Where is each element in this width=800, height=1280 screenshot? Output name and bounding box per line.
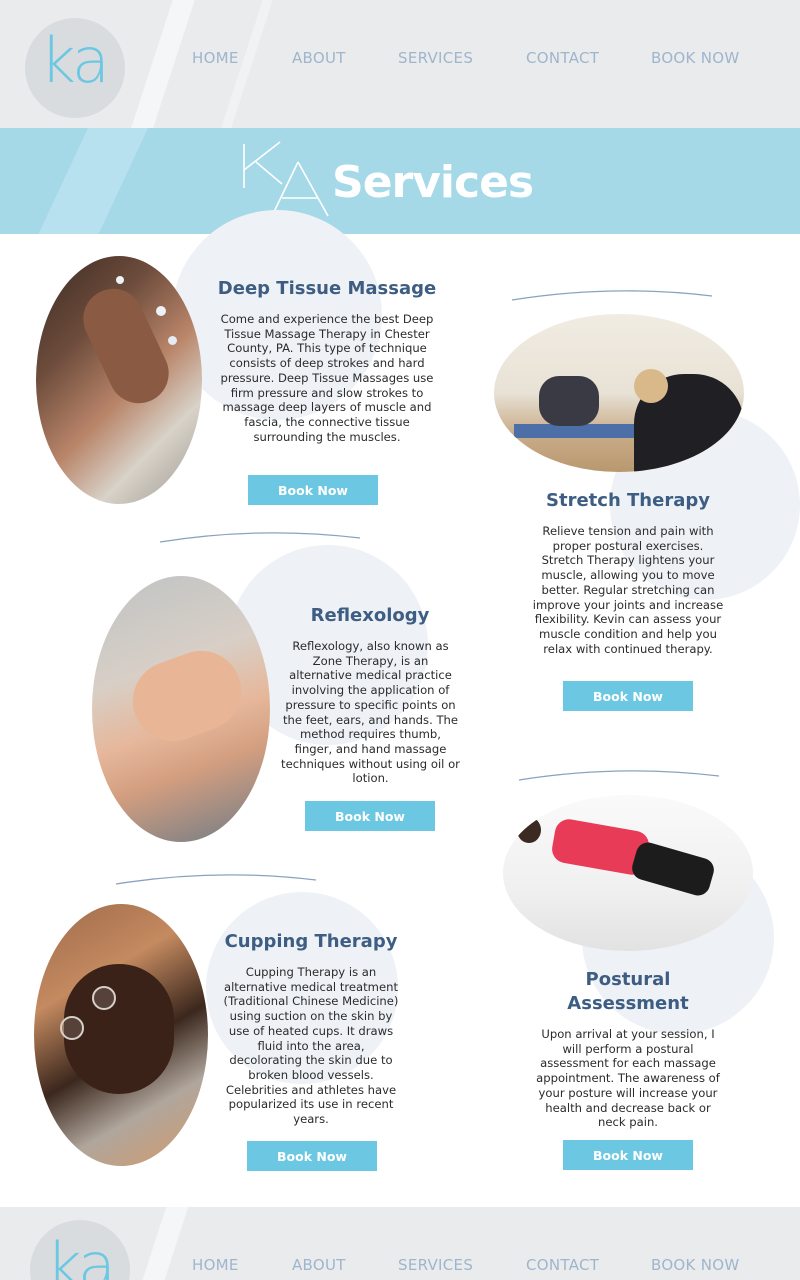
cup-shape: [92, 986, 116, 1010]
footer-nav-home-link[interactable]: HOME: [192, 1256, 239, 1274]
deep-tissue-photo: [36, 256, 202, 504]
reflexology-description: Reflexology, also known as Zone Therapy,…: [281, 639, 460, 786]
postural-assessment-photo: [503, 795, 753, 951]
site-footer: ka HOME ABOUT SERVICES CONTACT BOOK NOW: [0, 1207, 800, 1280]
reflexology-photo: [92, 576, 270, 842]
site-logo[interactable]: ka: [40, 30, 110, 92]
hand-shape: [73, 278, 179, 414]
bokeh-light: [168, 336, 177, 345]
cup-shape: [60, 1016, 84, 1040]
cupping-therapy-description: Cupping Therapy is an alternative medica…: [223, 965, 399, 1127]
divider-arc: [511, 290, 713, 301]
footer-nav-contact-link[interactable]: CONTACT: [526, 1256, 599, 1274]
postural-assessment-book-button[interactable]: Book Now: [563, 1140, 693, 1170]
person-head: [634, 369, 668, 403]
deep-tissue-book-button[interactable]: Book Now: [248, 475, 378, 505]
divider-arc: [159, 532, 361, 543]
postural-assessment-description: Upon arrival at your session, I will per…: [536, 1027, 720, 1130]
deep-tissue-description: Come and experience the best Deep Tissue…: [220, 312, 434, 444]
nav-home-link[interactable]: HOME: [192, 49, 239, 67]
reflexology-book-button[interactable]: Book Now: [305, 801, 435, 831]
bokeh-light: [156, 306, 166, 316]
person-head: [517, 817, 541, 843]
footer-logo[interactable]: ka: [46, 1235, 116, 1280]
divider-arc: [115, 874, 317, 885]
stretch-therapy-photo: [494, 314, 744, 472]
cupping-therapy-title: Cupping Therapy: [224, 931, 398, 952]
person-figure: [539, 376, 599, 426]
bokeh-light: [116, 276, 124, 284]
stretch-therapy-title: Stretch Therapy: [546, 490, 710, 511]
nav-contact-link[interactable]: CONTACT: [526, 49, 599, 67]
footer-nav-book-now-link[interactable]: BOOK NOW: [651, 1256, 740, 1274]
cupping-therapy-book-button[interactable]: Book Now: [247, 1141, 377, 1171]
page-title: Services: [332, 157, 534, 208]
cupping-therapy-photo: [34, 904, 208, 1166]
deep-tissue-title: Deep Tissue Massage: [217, 278, 437, 299]
divider-arc: [518, 770, 720, 781]
person-figure: [629, 839, 717, 899]
window-light: [130, 1207, 192, 1280]
banner-light: [13, 128, 167, 234]
stretch-therapy-description: Relieve tension and pain with proper pos…: [532, 524, 724, 656]
hand-shape: [121, 639, 253, 753]
postural-assessment-title: Postural Assessment: [567, 969, 689, 1014]
stretch-therapy-book-button[interactable]: Book Now: [563, 681, 693, 711]
reflexology-title: Reflexology: [310, 605, 430, 626]
nav-book-now-link[interactable]: BOOK NOW: [651, 49, 740, 67]
banner-logo: [243, 141, 329, 217]
window-light: [124, 0, 198, 128]
site-header: ka HOME ABOUT SERVICES CONTACT BOOK NOW: [0, 0, 800, 128]
footer-nav-about-link[interactable]: ABOUT: [292, 1256, 346, 1274]
nav-services-link[interactable]: SERVICES: [398, 49, 473, 67]
nav-about-link[interactable]: ABOUT: [292, 49, 346, 67]
footer-nav-services-link[interactable]: SERVICES: [398, 1256, 473, 1274]
